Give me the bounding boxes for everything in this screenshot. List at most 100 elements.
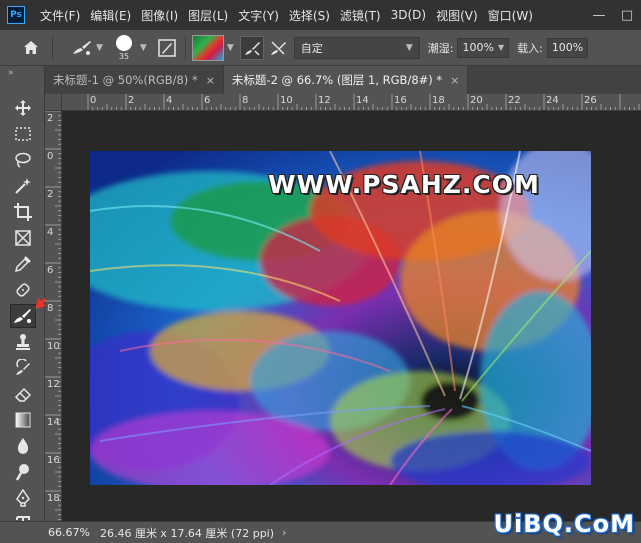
tab-untitled-1[interactable]: 未标题-1 @ 50%(RGB/8) * × xyxy=(45,66,224,94)
chevron-down-icon: ▼ xyxy=(405,42,413,53)
ruler-label: 14 xyxy=(356,95,369,106)
options-bar: ▼ 35 ▼ ▼ 自定 ▼ 潮湿: 100% ▼ 载入: 100% xyxy=(0,30,641,66)
blend-combo-select[interactable]: 自定 ▼ xyxy=(293,36,420,59)
wet-input[interactable]: 100% ▼ xyxy=(457,37,510,58)
lasso-tool[interactable] xyxy=(10,148,36,172)
ruler-label: 12 xyxy=(47,379,60,390)
clean-brush-button[interactable] xyxy=(266,36,290,60)
ruler-label: 24 xyxy=(546,95,559,106)
current-brush-load-swatch[interactable] xyxy=(191,34,224,61)
tool-preset-picker[interactable]: ▼ xyxy=(71,39,103,57)
clone-stamp-tool[interactable] xyxy=(10,330,36,354)
ruler-label: 2 xyxy=(47,189,54,200)
ruler-label: 4 xyxy=(47,227,54,238)
close-icon[interactable]: × xyxy=(206,74,215,87)
blur-tool[interactable] xyxy=(10,434,36,458)
blend-combo-value: 自定 xyxy=(300,41,323,55)
frame-icon xyxy=(15,230,31,246)
maximize-button[interactable]: □ xyxy=(613,0,641,30)
minimize-button[interactable]: — xyxy=(585,0,613,30)
menu-select[interactable]: 选择(S) xyxy=(284,7,335,24)
chevron-down-icon[interactable]: ▼ xyxy=(140,43,147,53)
menu-window[interactable]: 窗口(W) xyxy=(483,7,538,24)
vertical-ruler[interactable]: 2 0 2 4 6 8 10 12 14 16 18 xyxy=(45,111,62,521)
photoshop-logo: Ps xyxy=(7,6,25,24)
canvas-watermark-text: WWW.PSAHZ.COM xyxy=(268,170,540,199)
mixer-brush-icon xyxy=(14,309,31,323)
menu-filter[interactable]: 滤镜(T) xyxy=(335,7,386,24)
brush-size-picker[interactable]: 35 xyxy=(111,32,137,64)
dodge-icon xyxy=(15,464,29,481)
history-brush-icon xyxy=(16,359,30,375)
bandage-icon xyxy=(16,283,30,297)
ruler-label: 8 xyxy=(242,95,249,106)
menu-type[interactable]: 文字(Y) xyxy=(233,7,284,24)
pen-tool[interactable] xyxy=(10,486,36,510)
load-brush-button[interactable] xyxy=(239,35,264,60)
brush-size-value: 35 xyxy=(118,51,130,61)
menu-image[interactable]: 图像(I) xyxy=(136,7,183,24)
ruler-label: 6 xyxy=(204,95,211,106)
ruler-label: 2 xyxy=(47,113,54,124)
menu-edit[interactable]: 编辑(E) xyxy=(85,7,136,24)
ruler-label: 16 xyxy=(47,455,60,466)
document-info: 26.46 厘米 x 17.64 厘米 (72 ppi) xyxy=(99,526,275,540)
ruler-label: 4 xyxy=(166,95,173,106)
zoom-level[interactable]: 66.67% xyxy=(48,526,90,539)
gradient-tool[interactable] xyxy=(10,408,36,432)
menu-bar: Ps 文件(F) 编辑(E) 图像(I) 图层(L) 文字(Y) 选择(S) 滤… xyxy=(0,0,641,30)
ruler-label: 14 xyxy=(47,417,60,428)
chevron-right-icon[interactable]: › xyxy=(282,526,286,539)
document-tabs: 未标题-1 @ 50%(RGB/8) * × 未标题-2 @ 66.7% (图层… xyxy=(45,66,641,94)
tab-label: 未标题-2 @ 66.7% (图层 1, RGB/8#) * xyxy=(231,73,443,87)
load-input[interactable]: 100% xyxy=(546,37,589,58)
document-canvas[interactable] xyxy=(90,151,591,485)
ruler-label: 2 xyxy=(128,95,135,106)
menu-3d[interactable]: 3D(D) xyxy=(386,8,431,22)
move-tool[interactable] xyxy=(10,96,36,120)
options-separator xyxy=(184,35,186,60)
ruler-label: 10 xyxy=(47,341,60,352)
ruler-label: 16 xyxy=(394,95,407,106)
magic-wand-icon xyxy=(15,178,31,194)
brush-settings-button[interactable] xyxy=(155,36,179,60)
home-button[interactable] xyxy=(16,33,46,63)
rectangle-marquee-icon xyxy=(15,127,31,141)
eyedropper-tool[interactable] xyxy=(10,252,36,276)
brush-settings-icon xyxy=(158,38,176,57)
tab-untitled-2[interactable]: 未标题-2 @ 66.7% (图层 1, RGB/8#) * × xyxy=(223,66,469,94)
eyedropper-icon xyxy=(14,256,31,273)
photoshop-window: Ps 文件(F) 编辑(E) 图像(I) 图层(L) 文字(Y) 选择(S) 滤… xyxy=(0,0,641,543)
menu-file[interactable]: 文件(F) xyxy=(35,7,85,24)
dodge-tool[interactable] xyxy=(10,460,36,484)
menu-view[interactable]: 视图(V) xyxy=(431,7,483,24)
menu-layer[interactable]: 图层(L) xyxy=(183,7,233,24)
history-brush-tool[interactable] xyxy=(10,356,36,380)
frame-tool[interactable] xyxy=(10,226,36,250)
ruler-label: 18 xyxy=(47,493,60,504)
pen-icon xyxy=(16,489,30,507)
ruler-label: 18 xyxy=(432,95,445,106)
marquee-tool[interactable] xyxy=(10,122,36,146)
chevron-down-icon: ▼ xyxy=(96,42,103,53)
chevron-down-icon: ▼ xyxy=(497,43,505,52)
eraser-tool[interactable] xyxy=(10,382,36,406)
load-brush-icon xyxy=(244,41,260,56)
wet-label: 潮湿: xyxy=(427,41,454,55)
collapse-panel-icon[interactable]: » xyxy=(8,68,13,78)
close-icon[interactable]: × xyxy=(450,74,459,87)
clean-brush-icon xyxy=(270,40,286,55)
magic-wand-tool[interactable] xyxy=(10,174,36,198)
horizontal-ruler[interactable]: 0 2 4 6 8 10 12 14 16 18 20 22 24 26 xyxy=(62,94,641,111)
ruler-label: 12 xyxy=(318,95,331,106)
ruler-label: 20 xyxy=(470,95,483,106)
crop-tool[interactable] xyxy=(10,200,36,224)
site-watermark: UiBQ.CoM xyxy=(493,510,635,538)
chevron-down-icon[interactable]: ▼ xyxy=(227,43,234,53)
tab-label: 未标题-1 @ 50%(RGB/8) * xyxy=(53,73,198,87)
ruler-origin[interactable] xyxy=(45,94,62,111)
home-icon xyxy=(24,41,38,54)
window-controls: — □ xyxy=(585,0,641,30)
move-icon xyxy=(15,100,31,116)
eraser-icon xyxy=(14,387,32,402)
